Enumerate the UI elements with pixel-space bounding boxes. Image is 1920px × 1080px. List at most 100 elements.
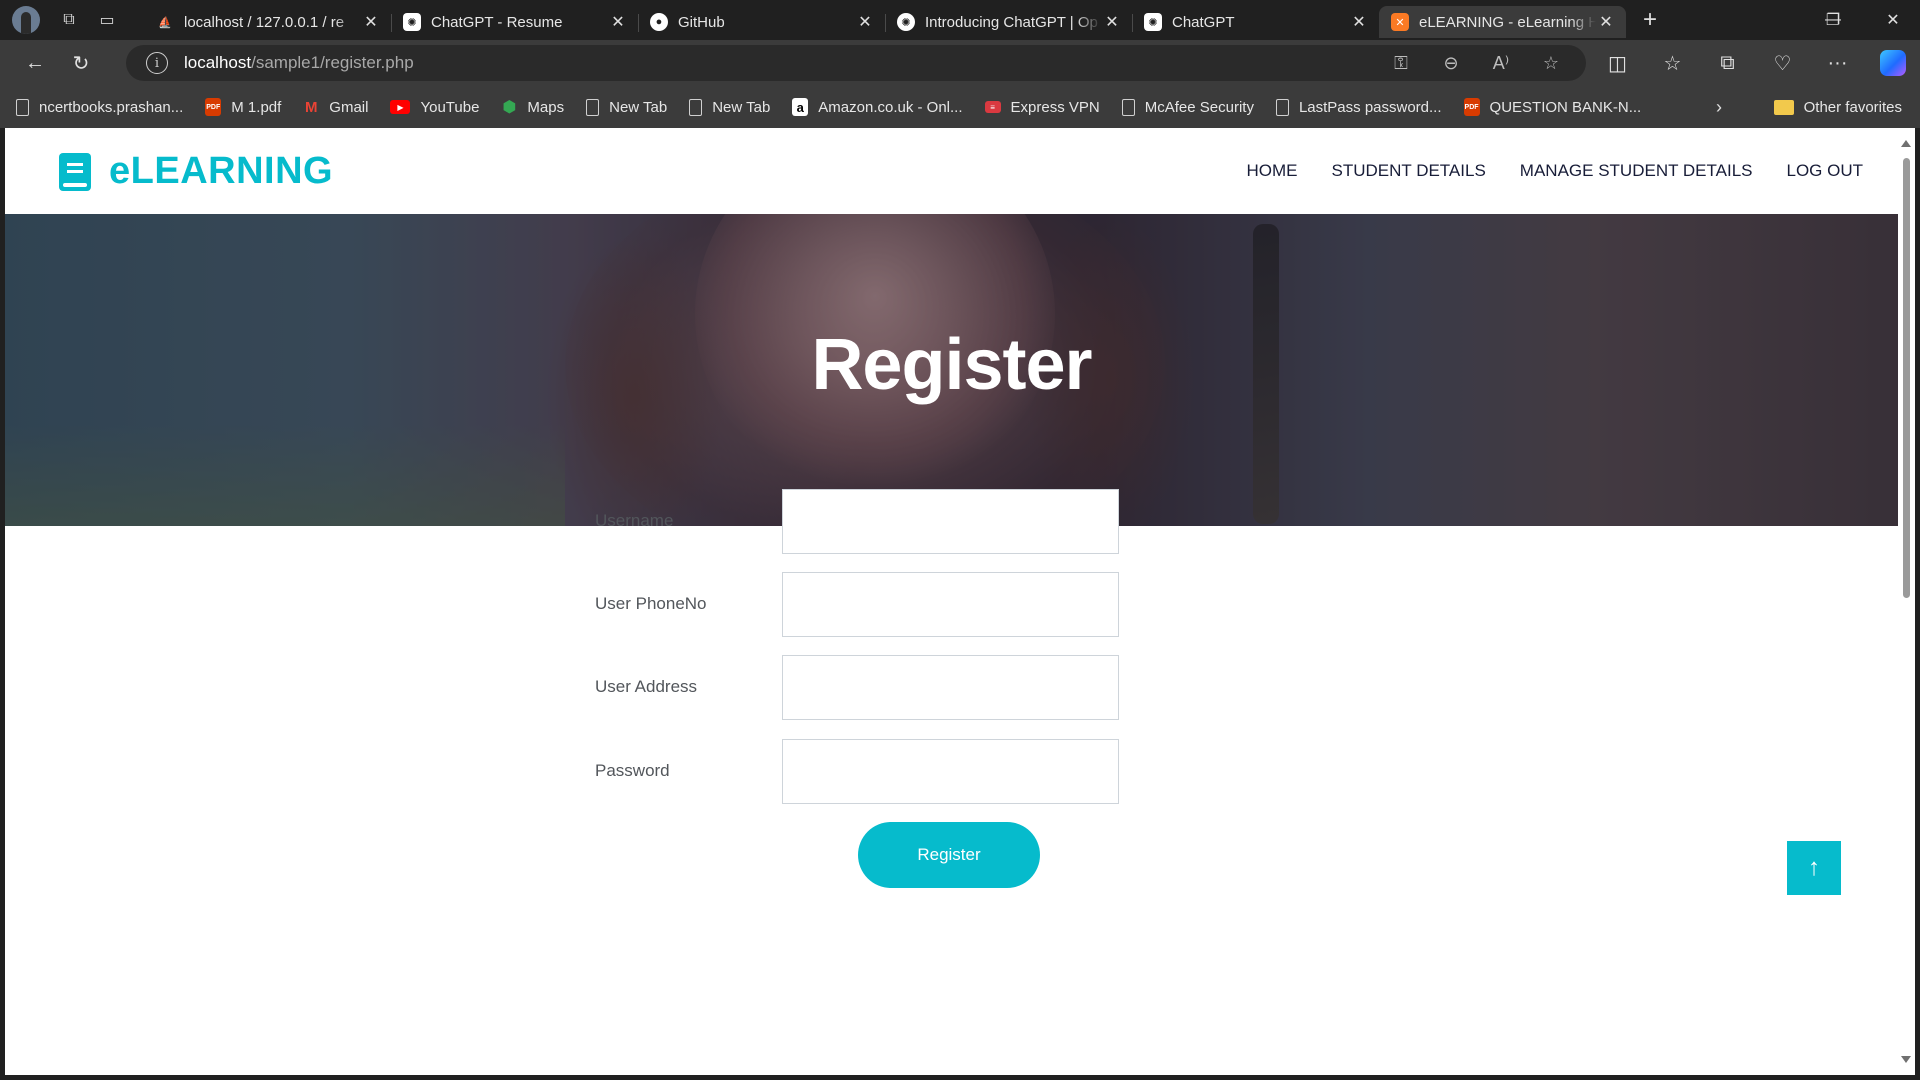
phone-input[interactable] [782,572,1119,637]
password-key-icon[interactable]: ⚿ [1376,53,1426,74]
page-icon [1121,98,1135,116]
bookmark-item[interactable]: ≡ Express VPN [984,98,1100,116]
scroll-down-icon[interactable] [1901,1056,1911,1063]
browser-tab-bar: ⧉ ▭ ⛵ localhost / 127.0.0.1 / re ✕ ✺ Cha… [0,0,1920,40]
bookmark-item[interactable]: M Gmail [303,98,368,116]
page-title: Register [811,325,1092,405]
browser-tab-github[interactable]: ● GitHub ✕ [638,6,885,38]
workspaces-icon[interactable]: ⧉ [50,0,88,40]
bookmark-item[interactable]: ncertbooks.prashan... [16,98,184,116]
other-favorites-label: Other favorites [1803,98,1902,116]
close-tab-icon[interactable]: ✕ [1349,12,1369,32]
tab-title: Introducing ChatGPT | Op [925,13,1098,31]
maps-icon: ⬢ [502,99,517,116]
bookmark-item[interactable]: PDF QUESTION BANK-N... [1463,98,1641,116]
expressvpn-icon: ≡ [984,101,1001,113]
register-button[interactable]: Register [858,822,1040,888]
other-favorites[interactable]: Other favorites [1773,86,1902,128]
bookmark-label: Gmail [329,98,369,116]
address-bar[interactable]: i localhost/sample1/register.php ⚿ ⊖ A⁾ … [126,45,1586,81]
bookmark-item[interactable]: ⬢ Maps [501,98,565,117]
maximize-icon[interactable]: ❐ [1810,0,1856,40]
page-scrollbar[interactable] [1898,128,1915,1075]
bookmark-label: M 1.pdf [231,98,282,116]
close-tab-icon[interactable]: ✕ [855,12,875,32]
nav-home[interactable]: HOME [1247,161,1298,181]
page-icon [689,98,703,116]
site-info-icon[interactable]: i [146,52,168,74]
site-navbar: eLEARNING HOME STUDENT DETAILS MANAGE ST… [5,128,1898,214]
new-tab-icon[interactable]: + [1630,6,1670,34]
page-icon [586,98,600,116]
username-label: Username [595,511,674,530]
bookmark-label: Amazon.co.uk - Onl... [818,98,963,116]
bookmark-label: YouTube [420,98,480,116]
more-options-icon[interactable]: ··· [1810,43,1865,83]
bookmark-item[interactable]: New Tab [586,98,667,116]
openai-icon: ✺ [897,13,915,31]
browser-tab-chatgpt[interactable]: ✺ ChatGPT ✕ [1132,6,1379,38]
bookmark-item[interactable]: LastPass password... [1275,98,1442,116]
favorite-star-icon[interactable]: ☆ [1526,53,1576,74]
address-path: /sample1/register.php [251,53,414,72]
form-row-password: Password [595,739,1125,805]
address-input[interactable] [782,655,1119,720]
xampp-icon: ✕ [1391,13,1409,31]
close-window-icon[interactable]: ✕ [1870,0,1916,40]
profile-avatar[interactable] [12,6,40,34]
browser-tab-phpmyadmin[interactable]: ⛵ localhost / 127.0.0.1 / re ✕ [144,6,391,38]
chatgpt-icon: ✺ [403,13,421,31]
chevron-right-icon[interactable]: › [1716,86,1722,128]
refresh-icon[interactable]: ↻ [58,43,104,83]
collections-icon[interactable]: ⧉ [1700,43,1755,83]
bookmark-item[interactable]: New Tab [689,98,771,116]
nav-log-out[interactable]: LOG OUT [1786,161,1863,181]
page-icon [1275,98,1289,116]
hero-banner: Register [5,214,1898,526]
username-input[interactable] [782,489,1119,554]
amazon-icon: a [792,98,809,116]
browser-toolbar: ← ↻ i localhost/sample1/register.php ⚿ ⊖… [0,40,1920,86]
bookmark-label: ncertbooks.prashan... [39,98,184,116]
close-tab-icon[interactable]: ✕ [1596,12,1616,32]
address-label: User Address [595,677,698,696]
bookmark-label: New Tab [712,98,771,116]
bookmark-item[interactable]: PDF M 1.pdf [205,98,281,116]
tab-title: ChatGPT - Resume [431,13,563,31]
bookmark-item[interactable]: McAfee Security [1121,98,1254,116]
zoom-out-icon[interactable]: ⊖ [1426,53,1476,74]
copilot-icon[interactable] [1865,43,1920,83]
tab-title: GitHub [678,13,725,31]
form-row-phone: User PhoneNo [595,572,1125,638]
form-row-username: Username [595,489,1125,555]
favorites-icon[interactable]: ☆ [1645,43,1700,83]
browser-tab-elearning[interactable]: ✕ eLEARNING - eLearning H ✕ [1379,6,1626,38]
book-icon [59,152,91,191]
browser-tab-introducing-chatgpt[interactable]: ✺ Introducing ChatGPT | Op ✕ [885,6,1132,38]
close-tab-icon[interactable]: ✕ [1102,12,1122,32]
read-aloud-icon[interactable]: A⁾ [1476,53,1526,74]
browser-essentials-icon[interactable]: ♡ [1755,43,1810,83]
bookmark-label: Maps [527,98,565,116]
phpmyadmin-icon: ⛵ [158,16,172,29]
site-logo[interactable]: eLEARNING [59,150,333,193]
bookmark-item[interactable]: a Amazon.co.uk - Onl... [792,98,963,116]
form-row-address: User Address [595,655,1125,721]
bookmark-item[interactable]: ▶ YouTube [390,99,479,116]
bookmark-label: Express VPN [1010,98,1100,116]
close-tab-icon[interactable]: ✕ [361,12,381,32]
scrollbar-thumb[interactable] [1903,158,1910,598]
split-screen-icon[interactable]: ◫ [1590,43,1645,83]
scroll-up-icon[interactable] [1901,140,1911,147]
nav-manage-student-details[interactable]: MANAGE STUDENT DETAILS [1520,161,1753,181]
nav-student-details[interactable]: STUDENT DETAILS [1332,161,1486,181]
browser-tab-chatgpt-resume[interactable]: ✺ ChatGPT - Resume ✕ [391,6,638,38]
password-input[interactable] [782,739,1119,804]
tab-actions-icon[interactable]: ▭ [88,0,126,40]
page-icon [16,98,29,116]
github-icon: ● [650,13,668,31]
tab-title: ChatGPT [1172,13,1235,31]
back-icon[interactable]: ← [12,43,58,83]
close-tab-icon[interactable]: ✕ [608,12,628,32]
back-to-top-button[interactable]: ↑ [1787,841,1841,895]
